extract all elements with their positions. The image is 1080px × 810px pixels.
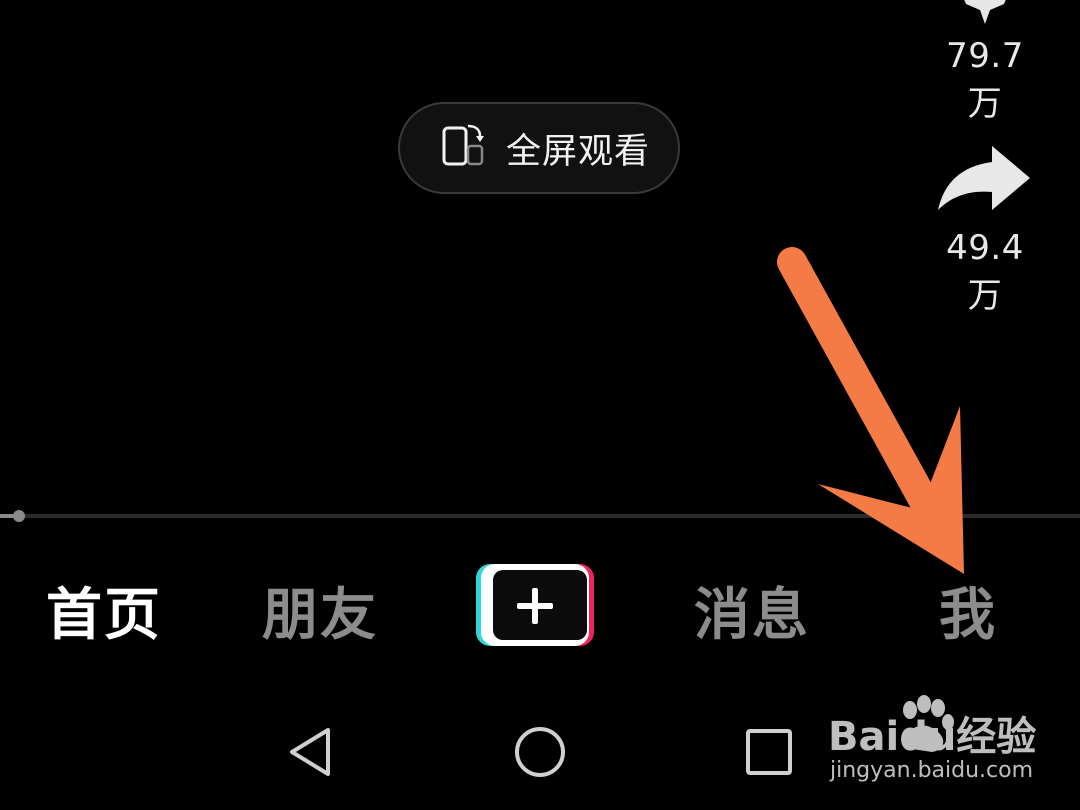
fullscreen-button[interactable]: 全屏观看: [398, 102, 680, 194]
share-arrow-icon: [930, 138, 1040, 228]
baidu-watermark: Baidu经验 jingyan.baidu.com: [828, 692, 1048, 792]
collect-action[interactable]: 79.7万: [930, 0, 1040, 125]
watermark-brand: Baidu经验: [828, 714, 1036, 758]
rotate-phone-icon: [440, 122, 486, 174]
tab-home[interactable]: 首页: [24, 570, 184, 651]
watermark-url: jingyan.baidu.com: [830, 758, 1034, 783]
annotation-arrow: [760, 240, 980, 584]
tab-friends[interactable]: 朋友: [240, 570, 400, 651]
collect-count: 79.7万: [946, 36, 1024, 124]
recent-square-icon[interactable]: [744, 712, 794, 796]
fullscreen-label: 全屏观看: [506, 131, 651, 172]
back-triangle-icon[interactable]: [286, 712, 334, 796]
screen: 79.7万 49.4万 全屏观看 首页 朋友 消息 我 Baidu经验 jing…: [0, 0, 1080, 810]
star-icon: [930, 0, 1040, 32]
create-button[interactable]: [476, 564, 594, 646]
home-circle-icon[interactable]: [512, 712, 568, 796]
progress-knob[interactable]: [13, 510, 25, 522]
